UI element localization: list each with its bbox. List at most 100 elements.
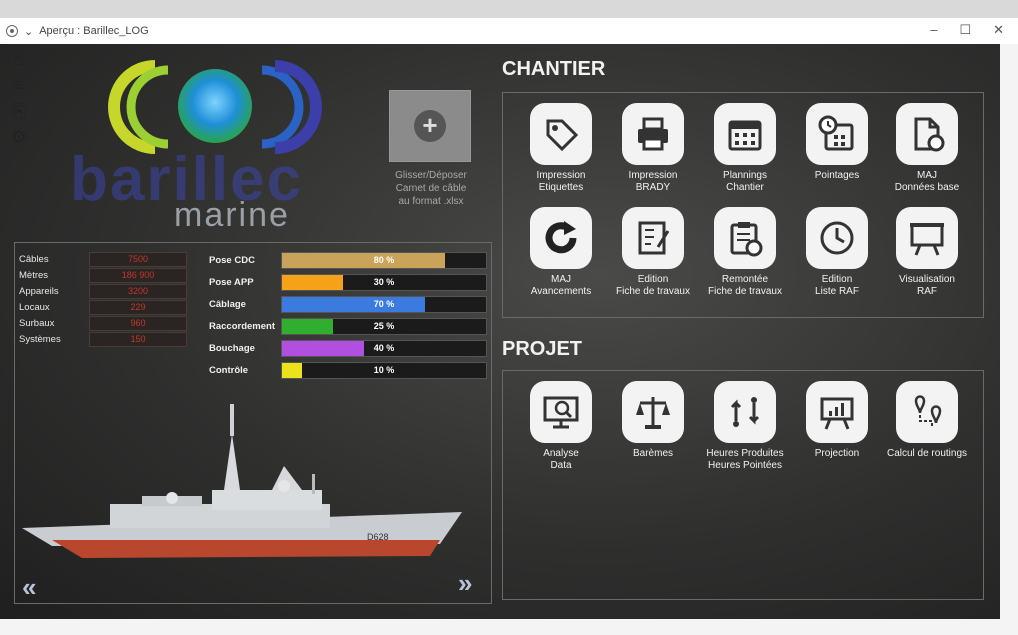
progress-percent: 80 % bbox=[373, 254, 395, 265]
file-refresh-icon bbox=[896, 103, 958, 165]
tile-label: Pointages bbox=[814, 170, 860, 181]
progress-percent: 30 % bbox=[373, 276, 395, 287]
scale-icon bbox=[622, 381, 684, 443]
progress-label: Pose CDC bbox=[209, 254, 255, 266]
tile-projection[interactable]: Projection bbox=[791, 381, 883, 460]
tile-label: Plannings Chantier bbox=[723, 170, 767, 193]
progress-bar: 30 % bbox=[281, 273, 487, 291]
tile-label: Remontée Fiche de travaux bbox=[708, 274, 782, 297]
tile-remontee-fiche-travaux[interactable]: Remontée Fiche de travaux bbox=[699, 207, 791, 298]
tile-baremes[interactable]: Barèmes bbox=[607, 381, 699, 460]
progress-label: Pose APP bbox=[209, 276, 254, 288]
stat-label: Systèmes bbox=[19, 333, 61, 345]
tile-label: Barèmes bbox=[632, 448, 673, 459]
tile-label: Edition Fiche de travaux bbox=[616, 274, 690, 297]
window-title: Aperçu : Barillec_LOG bbox=[39, 25, 149, 37]
drop-label-line: au format .xlsx bbox=[398, 196, 464, 207]
progress-bar: 25 % bbox=[281, 317, 487, 335]
share-icon[interactable]: ⎘ bbox=[8, 100, 30, 122]
menu-icon[interactable]: ≡ bbox=[8, 74, 30, 96]
minimize-icon[interactable]: – bbox=[930, 22, 937, 38]
refresh-icon bbox=[530, 207, 592, 269]
calendar-icon bbox=[714, 103, 776, 165]
previous-page-button[interactable]: « bbox=[22, 572, 36, 603]
stats-list: Câbles 7500 Mètres 186 900 Appareils 3200 L… bbox=[19, 251, 187, 347]
brand-subtitle: marine bbox=[174, 196, 290, 234]
projet-panel: Analyse Data Barèmes Heures Produites Heur… bbox=[502, 370, 984, 600]
app-icon bbox=[6, 25, 18, 37]
printer-icon bbox=[622, 103, 684, 165]
maximize-icon[interactable]: ☐ bbox=[959, 22, 971, 38]
file-drop-zone[interactable]: + bbox=[389, 90, 471, 162]
tile-label: MAJ Avancements bbox=[530, 274, 592, 297]
stat-value: 3200 bbox=[89, 283, 187, 299]
stat-row: Systèmes 150 bbox=[19, 331, 187, 347]
tile-visualisation-raf[interactable]: Visualisation RAF bbox=[881, 207, 973, 298]
progress-row: Câblage 70 % bbox=[209, 293, 487, 315]
gear-icon[interactable]: ⚙ bbox=[8, 126, 30, 148]
progress-row: Pose CDC 80 % bbox=[209, 249, 487, 271]
tile-label: Impression BRADY bbox=[628, 170, 678, 193]
drop-label-line: Carnet de câble bbox=[395, 183, 467, 194]
progress-bar: 70 % bbox=[281, 295, 487, 313]
progress-bar: 80 % bbox=[281, 251, 487, 269]
tile-label: Projection bbox=[814, 448, 860, 459]
progress-label: Bouchage bbox=[209, 342, 255, 354]
stat-row: Câbles 7500 bbox=[19, 251, 187, 267]
drop-label-line: Glisser/Déposer bbox=[395, 170, 467, 181]
next-page-button[interactable]: » bbox=[458, 568, 472, 599]
progress-percent: 70 % bbox=[373, 298, 395, 309]
swap-icon bbox=[714, 381, 776, 443]
progress-percent: 10 % bbox=[373, 364, 395, 375]
stat-label: Appareils bbox=[19, 285, 59, 297]
progress-row: Pose APP 30 % bbox=[209, 271, 487, 293]
stat-row: Mètres 186 900 bbox=[19, 267, 187, 283]
app-window: ⌄ Aperçu : Barillec_LOG – ☐ ✕ ⌂ ≡ ⎘ ⚙ ba… bbox=[0, 18, 1018, 635]
tile-maj-avancements[interactable]: MAJ Avancements bbox=[515, 207, 607, 298]
chantier-panel: Impression Etiquettes Impression BRADY Pla… bbox=[502, 92, 984, 318]
progress-row: Contrôle 10 % bbox=[209, 359, 487, 381]
tile-pointages[interactable]: Pointages bbox=[791, 103, 883, 182]
stat-value: 229 bbox=[89, 299, 187, 315]
frigate-illustration: D628 bbox=[22, 404, 462, 558]
progress-bar: 10 % bbox=[281, 361, 487, 379]
tile-label: MAJ Données base bbox=[894, 170, 960, 193]
progress-label: Contrôle bbox=[209, 364, 249, 376]
stat-label: Câbles bbox=[19, 253, 49, 265]
stat-value: 960 bbox=[89, 315, 187, 331]
tile-edition-fiche-travaux[interactable]: Edition Fiche de travaux bbox=[607, 207, 699, 298]
side-toolbar: ⌂ ≡ ⎘ ⚙ bbox=[8, 48, 30, 148]
tile-analyse-data[interactable]: Analyse Data bbox=[515, 381, 607, 472]
tile-label: Heures Produites Heures Pointées bbox=[706, 448, 784, 471]
title-bar: ⌄ Aperçu : Barillec_LOG – ☐ ✕ bbox=[0, 18, 1018, 44]
form-edit-icon bbox=[622, 207, 684, 269]
progress-label: Raccordement bbox=[209, 320, 275, 332]
progress-percent: 25 % bbox=[373, 320, 395, 331]
home-icon[interactable]: ⌂ bbox=[8, 48, 30, 70]
progress-list: Pose CDC 80 % Pose APP 30 % Câblage 70 % Ra… bbox=[209, 249, 487, 381]
tile-calcul-routings[interactable]: Calcul de routings bbox=[881, 381, 973, 460]
calendar-clock-icon bbox=[806, 103, 868, 165]
tile-heures-produites-pointees[interactable]: Heures Produites Heures Pointées bbox=[699, 381, 791, 472]
menu-chevron-icon[interactable]: ⌄ bbox=[24, 25, 33, 38]
tile-impression-etiquettes[interactable]: Impression Etiquettes bbox=[515, 103, 607, 194]
stat-label: Mètres bbox=[19, 269, 49, 281]
tile-label: Calcul de routings bbox=[886, 448, 968, 459]
stat-label: Surbaux bbox=[19, 317, 55, 329]
data-analysis-icon bbox=[530, 381, 592, 443]
progress-row: Bouchage 40 % bbox=[209, 337, 487, 359]
tile-plannings-chantier[interactable]: Plannings Chantier bbox=[699, 103, 791, 194]
tile-edition-liste-raf[interactable]: Edition Liste RAF bbox=[791, 207, 883, 298]
tag-icon bbox=[530, 103, 592, 165]
progress-bar: 40 % bbox=[281, 339, 487, 357]
tile-label: Impression Etiquettes bbox=[536, 170, 586, 193]
projet-title: PROJET bbox=[502, 338, 583, 360]
tile-impression-brady[interactable]: Impression BRADY bbox=[607, 103, 699, 194]
stat-value: 7500 bbox=[89, 251, 187, 267]
tile-label: Visualisation RAF bbox=[899, 274, 955, 297]
tile-maj-donnees-base[interactable]: MAJ Données base bbox=[881, 103, 973, 194]
close-icon[interactable]: ✕ bbox=[993, 22, 1004, 38]
stat-value: 186 900 bbox=[89, 267, 187, 283]
progress-row: Raccordement 25 % bbox=[209, 315, 487, 337]
tile-label: Edition Liste RAF bbox=[815, 274, 859, 297]
